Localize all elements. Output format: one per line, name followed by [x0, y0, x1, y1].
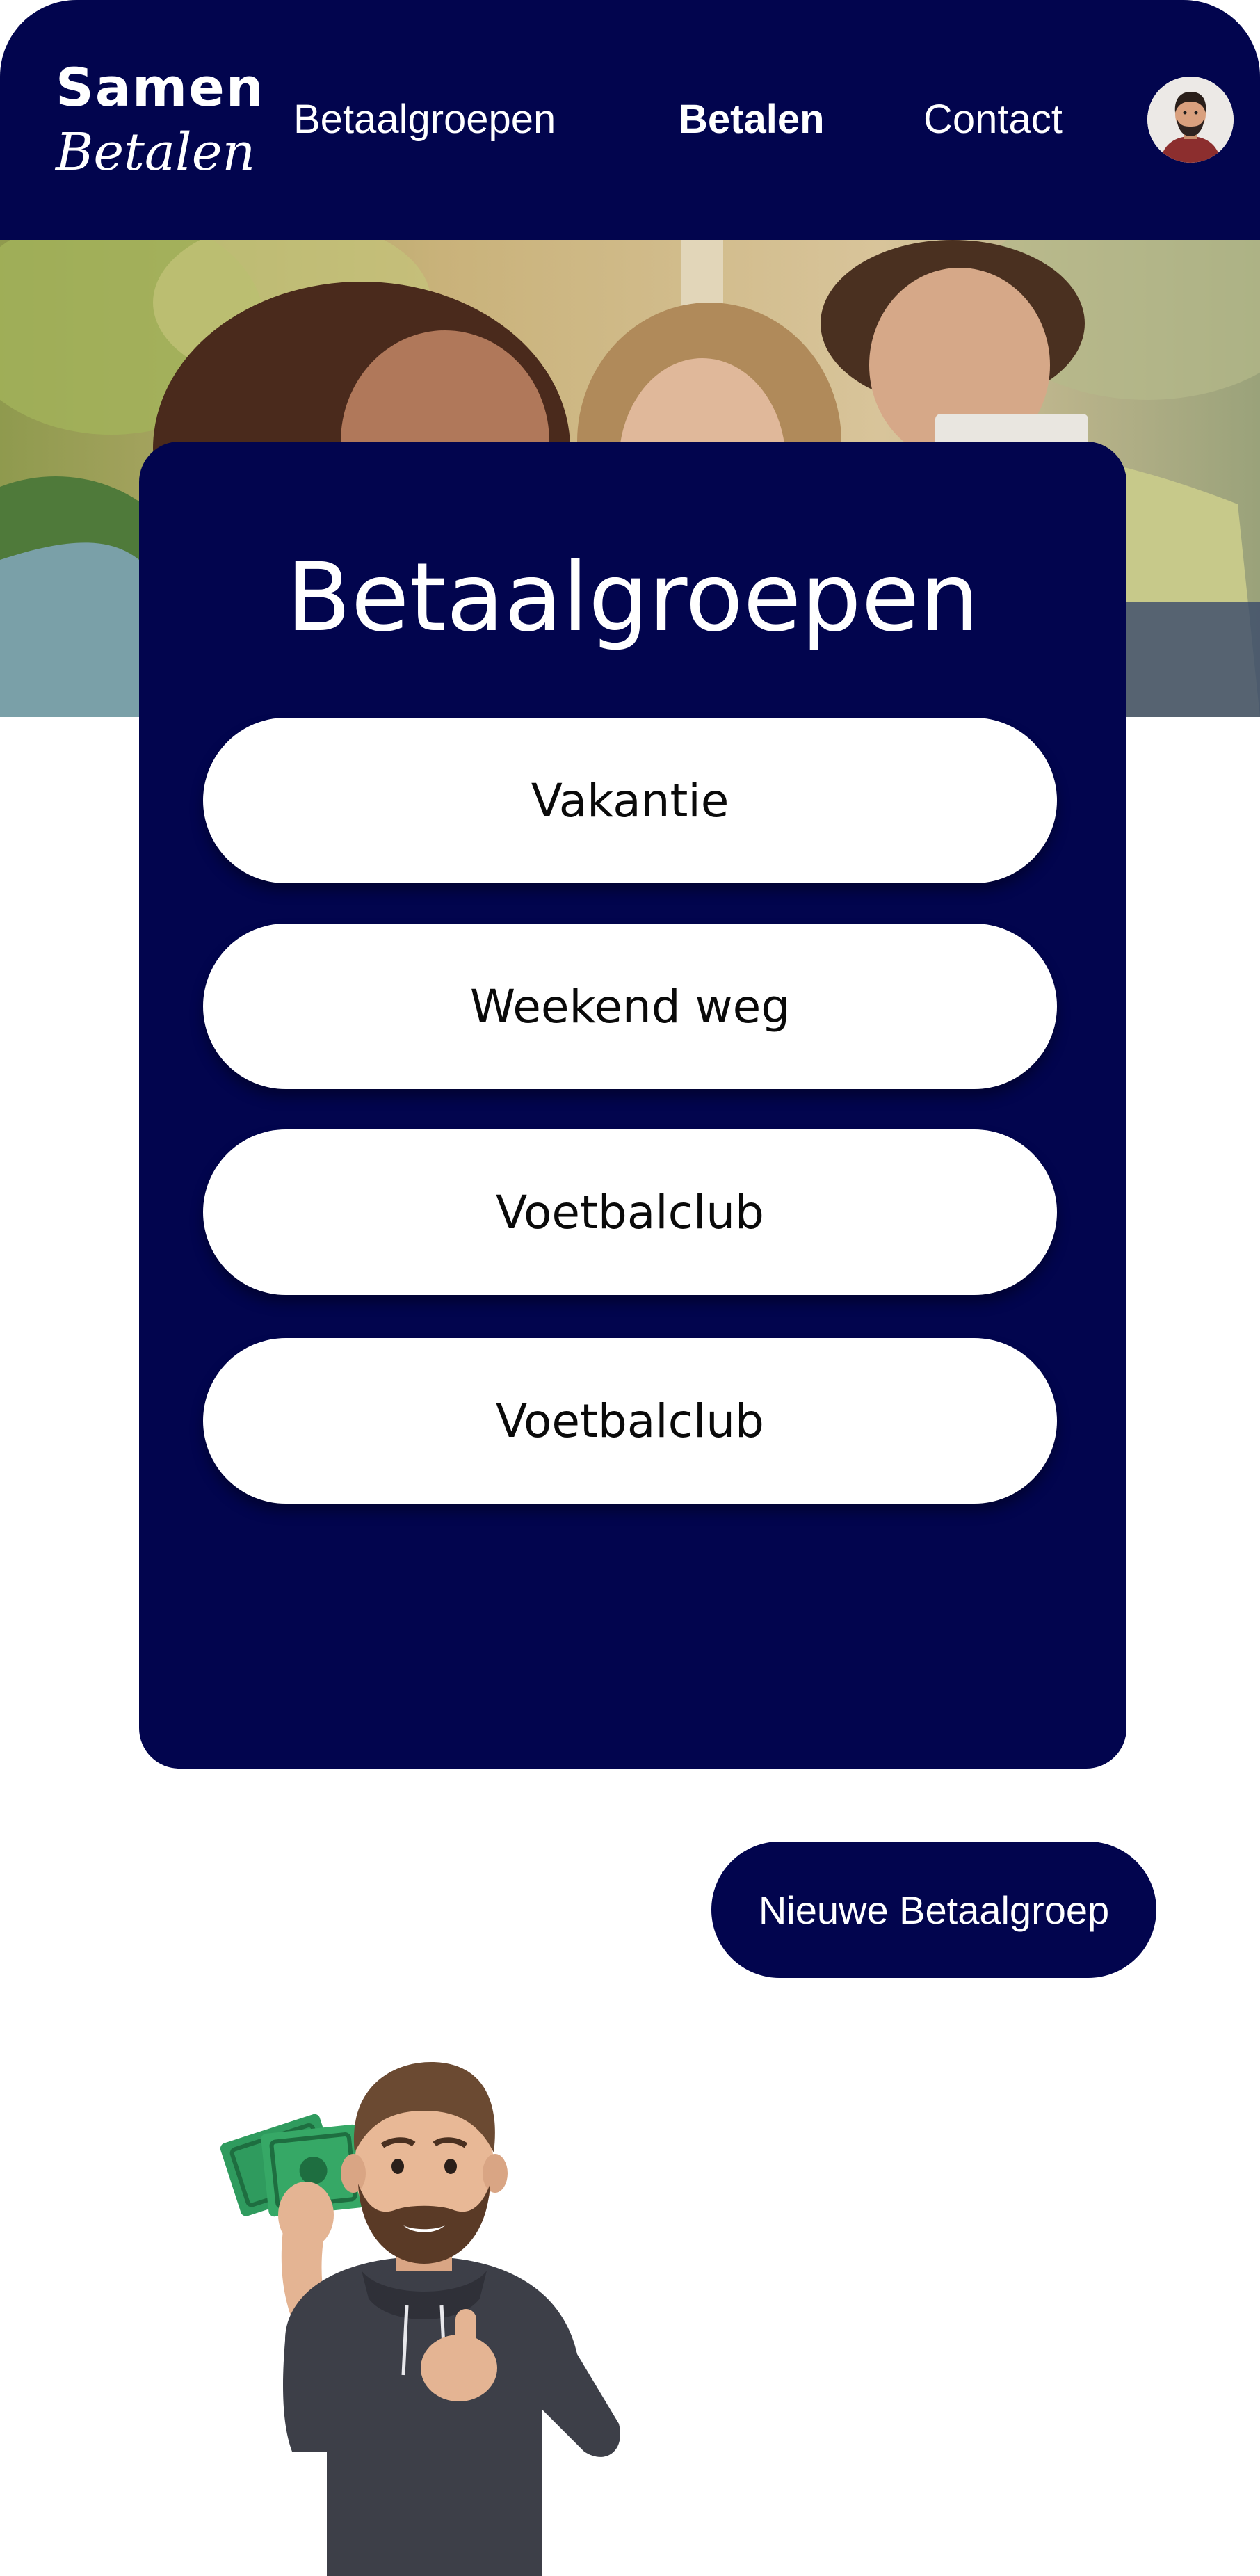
group-list: Vakantie Weekend weg Voetbalclub Voetbal…: [203, 718, 1057, 1544]
page: Samen Betalen Betaalgroepen Betalen Cont…: [0, 0, 1260, 2576]
money-thumbs-up-icon: [220, 2062, 620, 2576]
new-group-button[interactable]: Nieuwe Betaalgroep: [711, 1842, 1156, 1978]
nav-link-betaalgroepen[interactable]: Betaalgroepen: [293, 92, 556, 147]
avatar-portrait-icon: [1147, 77, 1234, 163]
group-item-voetbalclub-2[interactable]: Voetbalclub: [203, 1338, 1057, 1504]
man-with-money-illustration: [216, 2062, 647, 2576]
samen-betalen-logo[interactable]: Samen Betalen: [56, 56, 265, 182]
group-item-voetbalclub[interactable]: Voetbalclub: [203, 1129, 1057, 1295]
nav-link-contact[interactable]: Contact: [923, 92, 1063, 147]
nav-link-betalen[interactable]: Betalen: [679, 92, 825, 147]
groups-title: Betaalgroepen: [286, 543, 980, 653]
payment-groups-card: Betaalgroepen Vakantie Weekend weg Voetb…: [139, 442, 1126, 1769]
top-navigation-bar: Samen Betalen Betaalgroepen Betalen Cont…: [0, 0, 1260, 240]
user-avatar-icon[interactable]: [1147, 77, 1234, 163]
logo-line-samen: Samen: [56, 56, 265, 118]
logo-line-betalen: Betalen: [56, 122, 256, 182]
group-item-weekend-weg[interactable]: Weekend weg: [203, 924, 1057, 1089]
group-item-vakantie[interactable]: Vakantie: [203, 718, 1057, 883]
